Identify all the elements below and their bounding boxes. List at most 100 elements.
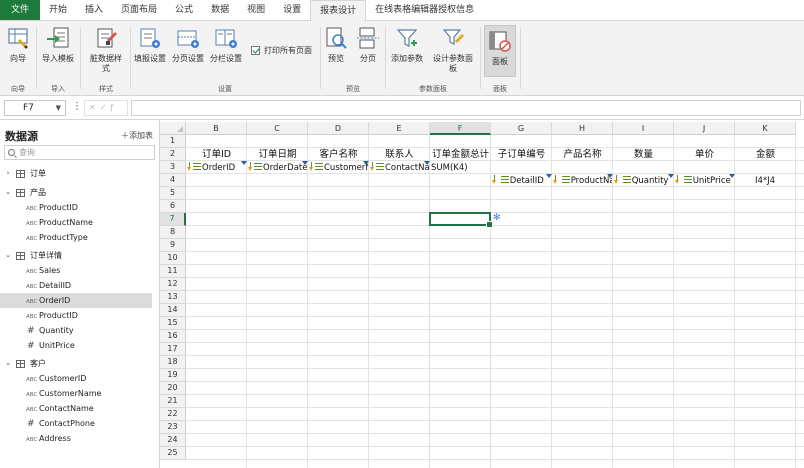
row-header-18[interactable]: 18 xyxy=(160,356,186,369)
preview-button[interactable]: 预览 xyxy=(322,25,350,64)
row-header-13[interactable]: 13 xyxy=(160,291,186,304)
tree-field[interactable]: ABC CustomerID xyxy=(0,371,152,386)
column-header-i[interactable]: I xyxy=(613,122,674,135)
tab-settings[interactable]: 设置 xyxy=(274,0,310,20)
tree-field[interactable]: ABC Address xyxy=(0,431,152,446)
row-header-6[interactable]: 6 xyxy=(160,200,186,213)
tab-page-layout[interactable]: 页面布局 xyxy=(112,0,166,20)
dirty-data-style-button[interactable]: 脏数据样式 xyxy=(86,25,126,74)
row-header-17[interactable]: 17 xyxy=(160,343,186,356)
header-cell-f2[interactable]: 订单金额总计 xyxy=(430,148,491,161)
row-header-19[interactable]: 19 xyxy=(160,369,186,382)
column-header-b[interactable]: B xyxy=(186,122,247,135)
row-header-5[interactable]: 5 xyxy=(160,187,186,200)
column-header-j[interactable]: J xyxy=(674,122,735,135)
row-header-15[interactable]: 15 xyxy=(160,317,186,330)
add-table-button[interactable]: ＋添加表 xyxy=(121,130,153,141)
wizard-button[interactable]: 向导 xyxy=(4,25,32,64)
row-header-12[interactable]: 12 xyxy=(160,278,186,291)
tree-table-orders[interactable]: › 订单 xyxy=(0,166,46,181)
spreadsheet-grid[interactable]: B C D E F G H I J K 1 2 3 4 5 6 7 8 9 10 11 12 13 14 15 16 17 18 19 2… xyxy=(160,120,804,468)
header-cell-i2[interactable]: 数量 xyxy=(613,148,674,161)
tab-license-info[interactable]: 在线表格编辑器授权信息 xyxy=(366,0,483,20)
row-header-9[interactable]: 9 xyxy=(160,239,186,252)
binding-cell-f3[interactable]: SUM(K4) xyxy=(431,162,490,174)
row-header-20[interactable]: 20 xyxy=(160,382,186,395)
header-cell-g2[interactable]: 子订单编号 xyxy=(491,148,552,161)
name-box[interactable]: F7 ▼ xyxy=(4,100,66,116)
print-all-pages-checkbox[interactable]: 打印所有页面 xyxy=(251,45,312,56)
row-header-22[interactable]: 22 xyxy=(160,408,186,421)
binding-cell-b3[interactable]: OrderID xyxy=(187,162,246,174)
tree-field[interactable]: ABC ProductType xyxy=(0,230,152,245)
tree-field[interactable]: # ContactPhone xyxy=(0,416,152,431)
row-header-25[interactable]: 25 xyxy=(160,447,186,460)
fill-settings-button[interactable]: 填报设置 xyxy=(133,25,167,64)
binding-cell-c3[interactable]: OrderDate xyxy=(248,162,307,174)
chevron-right-icon[interactable]: › xyxy=(3,166,13,181)
row-header-4[interactable]: 4 xyxy=(160,174,186,187)
tab-insert[interactable]: 插入 xyxy=(76,0,112,20)
tree-field[interactable]: # Quantity xyxy=(0,323,152,338)
row-header-3[interactable]: 3 xyxy=(160,161,186,174)
row-header-14[interactable]: 14 xyxy=(160,304,186,317)
tab-data[interactable]: 数据 xyxy=(202,0,238,20)
row-header-16[interactable]: 16 xyxy=(160,330,186,343)
tree-field[interactable]: # UnitPrice xyxy=(0,338,152,353)
column-header-g[interactable]: G xyxy=(491,122,552,135)
cell-settings-gear-icon[interactable]: ✻ xyxy=(493,214,501,223)
datasource-search-input[interactable]: 查询 xyxy=(4,145,155,160)
tree-field[interactable]: ABC ContactName xyxy=(0,401,152,416)
chevron-down-icon[interactable]: ⌄ xyxy=(3,356,13,371)
tree-table-order-details[interactable]: ⌄ 订单详情 xyxy=(0,248,62,263)
add-parameter-button[interactable]: 添加参数 xyxy=(388,25,426,64)
row-header-1[interactable]: 1 xyxy=(160,135,186,148)
paginate-button[interactable]: 分页 xyxy=(354,25,382,64)
select-all-corner[interactable] xyxy=(160,122,186,135)
header-cell-d2[interactable]: 客户名称 xyxy=(308,148,369,161)
row-header-23[interactable]: 23 xyxy=(160,421,186,434)
header-cell-c2[interactable]: 订单日期 xyxy=(247,148,308,161)
chevron-down-icon[interactable]: ⌄ xyxy=(3,248,13,263)
binding-cell-g4[interactable]: DetailID xyxy=(492,175,551,187)
header-cell-h2[interactable]: 产品名称 xyxy=(552,148,613,161)
page-settings-button[interactable]: 分页设置 xyxy=(171,25,205,64)
tree-field[interactable]: ABC ProductID xyxy=(0,200,152,215)
selected-cell[interactable] xyxy=(429,212,493,228)
tree-field-selected[interactable]: ABC OrderID xyxy=(0,293,152,308)
design-param-panel-button[interactable]: 设计参数面板 xyxy=(430,25,476,74)
tree-table-customers[interactable]: ⌄ 客户 xyxy=(0,356,46,371)
binding-cell-i4[interactable]: Quantity xyxy=(614,175,673,187)
tab-view[interactable]: 视图 xyxy=(238,0,274,20)
column-header-d[interactable]: D xyxy=(308,122,369,135)
header-cell-e2[interactable]: 联系人 xyxy=(369,148,430,161)
column-header-k[interactable]: K xyxy=(735,122,796,135)
row-header-11[interactable]: 11 xyxy=(160,265,186,278)
tab-file[interactable]: 文件 xyxy=(0,0,40,20)
tree-table-products[interactable]: ⌄ 产品 xyxy=(0,185,46,200)
row-header-10[interactable]: 10 xyxy=(160,252,186,265)
binding-cell-d3[interactable]: CustomerName xyxy=(309,162,368,174)
tab-formulas[interactable]: 公式 xyxy=(166,0,202,20)
tree-field[interactable]: ABC ProductID xyxy=(0,308,152,323)
tree-field[interactable]: ABC DetailID xyxy=(0,278,152,293)
row-header-8[interactable]: 8 xyxy=(160,226,186,239)
more-options-icon[interactable]: ⋮ xyxy=(72,101,82,112)
row-header-2[interactable]: 2 xyxy=(160,148,186,161)
panel-button[interactable]: 面板 xyxy=(484,25,516,77)
tree-field[interactable]: ABC Sales xyxy=(0,263,152,278)
tab-report-design[interactable]: 报表设计 xyxy=(310,0,367,21)
column-header-h[interactable]: H xyxy=(552,122,613,135)
tab-home[interactable]: 开始 xyxy=(40,0,76,20)
column-header-e[interactable]: E xyxy=(369,122,430,135)
header-cell-j2[interactable]: 单价 xyxy=(674,148,735,161)
formula-input[interactable] xyxy=(131,100,801,116)
row-header-7[interactable]: 7 xyxy=(160,213,186,226)
column-settings-button[interactable]: 分栏设置 xyxy=(209,25,243,64)
tree-field[interactable]: ABC CustomerName xyxy=(0,386,152,401)
column-header-c[interactable]: C xyxy=(247,122,308,135)
chevron-down-icon[interactable]: ⌄ xyxy=(3,185,13,200)
column-header-f[interactable]: F xyxy=(430,122,491,135)
binding-cell-h4[interactable]: ProductName xyxy=(553,175,612,187)
row-header-24[interactable]: 24 xyxy=(160,434,186,447)
